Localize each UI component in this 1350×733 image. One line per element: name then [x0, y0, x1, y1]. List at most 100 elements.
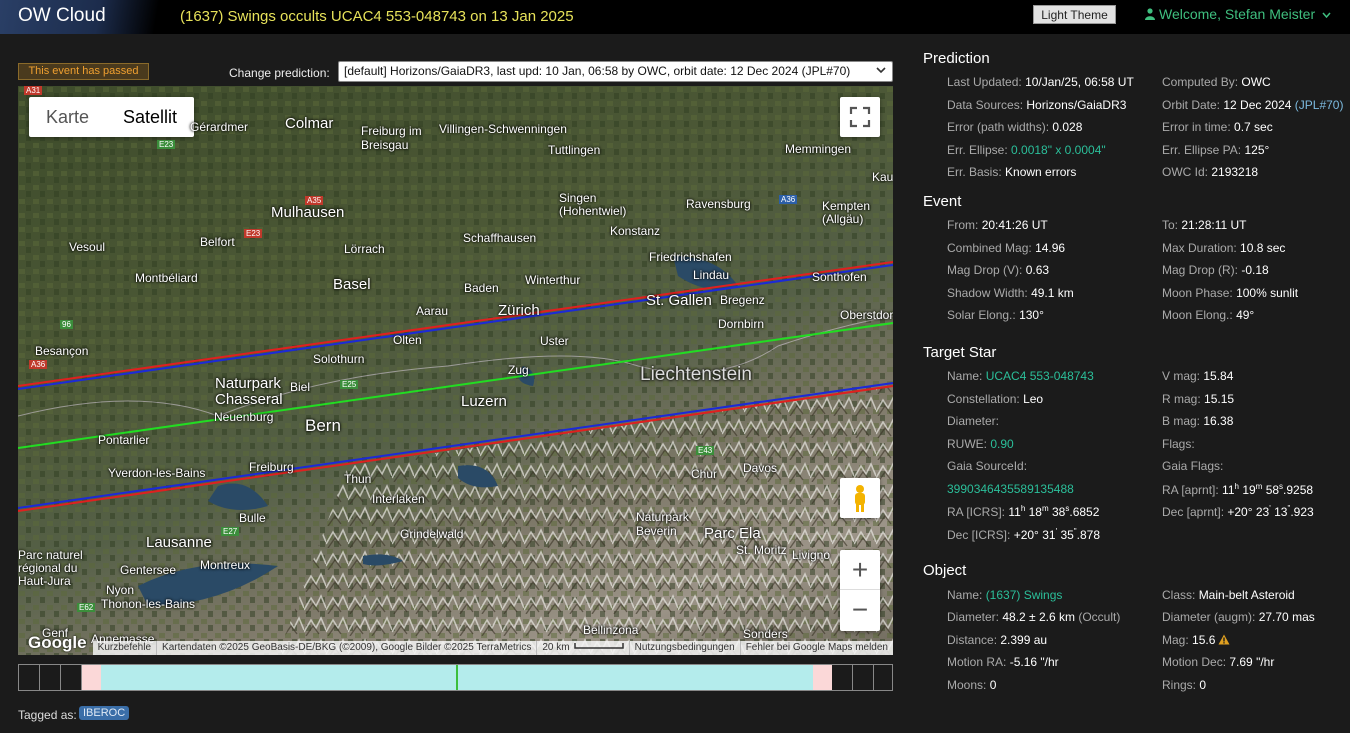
- gaia-source-row: Gaia SourceId:: [947, 459, 1027, 473]
- field-value: 10/Jan/25, 06:58 UT: [1025, 75, 1134, 89]
- ra-hours: 11: [1222, 483, 1235, 497]
- map-label: Bern: [305, 416, 341, 435]
- timeline-error-zone: [82, 665, 101, 690]
- map-label: Friedrichshafen: [649, 250, 732, 264]
- error-ellipse-link[interactable]: 0.0018" x 0.0004": [1011, 143, 1106, 157]
- satellite-map[interactable]: Karte Satellit + − Colmar Gérardmer Frei…: [18, 86, 893, 655]
- map-label: Singen (Hohentwiel): [559, 191, 627, 218]
- map-label: Montreux: [200, 558, 251, 572]
- map-label: Colmar: [285, 115, 334, 132]
- road-shield: A36: [779, 195, 798, 204]
- field-label: From:: [947, 218, 979, 232]
- field-value: 15.84: [1203, 369, 1234, 383]
- map-label: Sonders: [743, 627, 788, 641]
- map-label: Uster: [540, 334, 569, 348]
- report-error-link[interactable]: Fehler bei Google Maps melden: [741, 641, 893, 655]
- tag-iberoc[interactable]: IBEROC: [79, 706, 130, 720]
- map-label: Basel: [333, 276, 371, 293]
- motion-dec-row: Motion Dec: 7.69 "/hr: [1162, 655, 1274, 669]
- field-label: Err. Ellipse PA:: [1162, 143, 1242, 157]
- light-theme-button[interactable]: Light Theme: [1033, 5, 1116, 24]
- road-shield: E27: [221, 527, 240, 536]
- warning-icon[interactable]: [1218, 634, 1230, 645]
- field-label: Err. Basis:: [947, 165, 1002, 179]
- map-label: Nyon: [106, 583, 135, 597]
- ra-icrs-value: 11h 18m 38s.6852: [1008, 504, 1100, 519]
- rings-row: Rings: 0: [1162, 678, 1206, 692]
- field-value: 15.15: [1204, 392, 1235, 406]
- street-view-pegman-button[interactable]: [840, 478, 880, 518]
- field-label: Mag Drop (R):: [1162, 263, 1239, 277]
- field-label: Moons:: [947, 678, 987, 692]
- object-name-link[interactable]: (1637) Swings: [986, 588, 1063, 602]
- solar-elong-row: Solar Elong.: 130°: [947, 308, 1044, 322]
- map-type-karte-button[interactable]: Karte: [29, 97, 106, 137]
- map-label: Baden: [464, 281, 499, 295]
- event-title: (1637) Swings occults UCAC4 553-048743 o…: [180, 8, 574, 25]
- dec-arcsec: 13: [1274, 505, 1288, 519]
- path-timeline-bar[interactable]: [18, 664, 893, 691]
- field-label: Err. Ellipse:: [947, 143, 1008, 157]
- timeline-cell: [832, 665, 853, 690]
- user-menu[interactable]: Welcome, Stefan Meister: [1145, 6, 1331, 22]
- chevron-down-icon: [1322, 12, 1331, 19]
- map-label: Zürich: [498, 302, 540, 319]
- moons-row: Moons: 0: [947, 678, 996, 692]
- error-ellipse-row: Err. Ellipse: 0.0018" x 0.0004": [947, 143, 1106, 157]
- star-name-link[interactable]: UCAC4 553-048743: [986, 369, 1094, 383]
- terms-link[interactable]: Nutzungsbedingungen: [630, 641, 741, 655]
- zoom-in-button[interactable]: +: [840, 550, 880, 590]
- brand-logo[interactable]: OW Cloud: [0, 0, 162, 34]
- zoom-out-button[interactable]: −: [840, 590, 880, 630]
- map-label: Kempten (Allgäu): [822, 199, 871, 226]
- field-label: Combined Mag:: [947, 241, 1032, 255]
- field-label: Moon Phase:: [1162, 286, 1233, 300]
- keyboard-shortcuts-link[interactable]: Kurzbefehle: [93, 641, 158, 655]
- scale-bar-icon: [573, 643, 624, 649]
- field-label: Moon Elong.:: [1162, 308, 1233, 322]
- dec-aprnt-value: +20° 23' 13".923: [1227, 504, 1314, 519]
- field-label: Dec [ICRS]:: [947, 528, 1011, 542]
- chevron-down-icon: [876, 67, 886, 74]
- map-label: Vesoul: [69, 240, 106, 254]
- jpl-link[interactable]: (JPL#70): [1295, 98, 1344, 112]
- to-row: To: 21:28:11 UT: [1162, 218, 1247, 232]
- field-label: Name:: [947, 588, 983, 602]
- dec-arcmin: 23: [1255, 505, 1270, 519]
- field-label: Flags:: [1162, 437, 1195, 451]
- dec-fraction: .923: [1290, 505, 1314, 519]
- ra-minutes: 19: [1242, 483, 1256, 497]
- map-label: Lausanne: [146, 534, 212, 551]
- field-label: Gaia SourceId:: [947, 459, 1028, 473]
- shadow-width-row: Shadow Width: 49.1 km: [947, 286, 1074, 300]
- road-shield: E23: [244, 229, 263, 238]
- gaia-source-link[interactable]: 3990346435589135488: [947, 482, 1074, 496]
- field-value: 2.399 au: [1000, 633, 1048, 647]
- map-label: Montbéliard: [135, 271, 198, 285]
- orbit-date-row: Orbit Date: 12 Dec 2024 (JPL#70): [1162, 98, 1343, 112]
- timeline-cell: [19, 665, 40, 690]
- r-mag-row: R mag: 15.15: [1162, 392, 1234, 406]
- map-label: Memmingen: [785, 142, 852, 156]
- ruwe-link[interactable]: 0.90: [990, 437, 1013, 451]
- map-type-satellite-button[interactable]: Satellit: [106, 97, 194, 137]
- timeline-cell: [874, 665, 895, 690]
- field-label: RUWE:: [947, 437, 987, 451]
- field-label: Solar Elong.:: [947, 308, 1016, 322]
- map-label: Thun: [344, 472, 372, 486]
- road-shield: E25: [340, 380, 359, 389]
- prediction-select-value: [default] Horizons/GaiaDR3, last upd: 10…: [344, 64, 851, 78]
- map-label: Pontarlier: [98, 433, 150, 447]
- field-value: 15.6: [1192, 633, 1216, 647]
- map-label: St. Gallen: [646, 292, 712, 309]
- field-label: R mag:: [1162, 392, 1201, 406]
- field-label: Error (path widths):: [947, 120, 1050, 134]
- timeline-centerline: [456, 665, 458, 690]
- map-label: Oberstdorf: [840, 308, 893, 322]
- fullscreen-button[interactable]: [840, 97, 880, 137]
- prediction-select[interactable]: [default] Horizons/GaiaDR3, last upd: 10…: [338, 61, 893, 82]
- dec-degrees: +20°: [1227, 505, 1253, 519]
- field-value: 48.2 ± 2.6 km: [1002, 610, 1075, 624]
- ra-seconds: 38: [1052, 505, 1066, 519]
- map-scale[interactable]: 20 km: [537, 641, 630, 655]
